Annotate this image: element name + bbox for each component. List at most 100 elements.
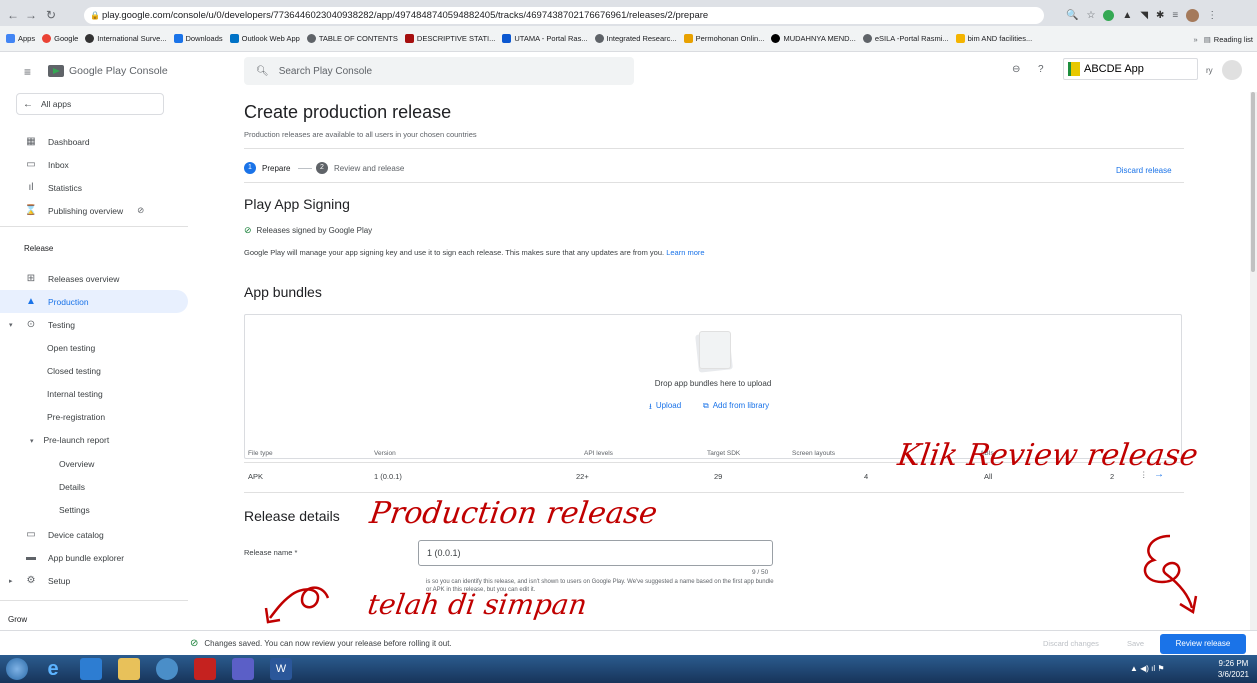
step-review: 2 Review and release <box>316 162 404 174</box>
check-circle-icon: ⊘ <box>190 638 199 649</box>
sidebar-item-overview[interactable]: Overview <box>59 459 94 469</box>
forward-icon[interactable]: → <box>24 8 38 22</box>
sidebar-item-setup[interactable]: ▸ ⚙ Setup <box>0 569 188 592</box>
bookmark[interactable]: UTAMA - Portal Ras... <box>502 34 588 43</box>
puzzle-icon[interactable]: ✱ <box>1156 10 1164 21</box>
bookmark[interactable]: MUDAHNYA MEND... <box>771 34 856 43</box>
annotation-production: Production release <box>367 496 660 531</box>
start-icon[interactable] <box>6 658 28 680</box>
sidebar-item-publishing[interactable]: ⌛ Publishing overview ⊘ <box>0 199 188 222</box>
bookmark[interactable]: DESCRIPTIVE STATI... <box>404 34 495 43</box>
star-icon[interactable]: ☆ <box>1086 10 1095 21</box>
reading-list[interactable]: » ▤ Reading list <box>1187 26 1253 51</box>
production-icon: ▲ <box>26 296 36 307</box>
annotation-arrow-icon <box>1143 534 1198 615</box>
all-apps-button[interactable]: ← All apps <box>16 93 164 115</box>
save-button[interactable]: Save <box>1127 639 1144 648</box>
scrollbar[interactable] <box>1250 92 1257 630</box>
media-icon[interactable]: ≡ <box>1172 10 1178 21</box>
bookmark[interactable]: Integrated Researc... <box>594 34 677 43</box>
sidebar-item-details[interactable]: Details <box>59 482 85 492</box>
scrollbar-thumb[interactable] <box>1251 92 1255 272</box>
download-icon <box>173 34 183 43</box>
discard-release-link[interactable]: Discard release <box>1116 166 1172 175</box>
column-header: File type <box>248 450 273 457</box>
bookmarks-bar: Apps Google International Surve... Downl… <box>0 26 1257 52</box>
help-icon[interactable]: ? <box>1038 64 1044 75</box>
back-icon[interactable]: ← <box>6 8 20 22</box>
url-text: play.google.com/console/u/0/developers/7… <box>102 10 709 21</box>
apps-icon <box>6 34 15 43</box>
address-bar[interactable]: 🔒 play.google.com/console/u/0/developers… <box>84 7 1044 24</box>
search-input[interactable]: 🔍︎ Search Play Console <box>244 57 634 85</box>
bookmark[interactable]: Downloads <box>173 34 223 43</box>
ie-icon[interactable]: e <box>42 658 64 680</box>
media-player-icon[interactable] <box>80 658 102 680</box>
signed-status: ⊘ Releases signed by Google Play <box>244 225 373 235</box>
discard-changes-button[interactable]: Discard changes <box>1043 639 1099 648</box>
drop-text: Drop app bundles here to upload <box>654 379 772 388</box>
extension-icon[interactable]: ▲ <box>1122 10 1132 21</box>
sidebar-item-production[interactable]: ▲ Production <box>0 290 188 313</box>
bookmark-icon <box>85 34 95 43</box>
profile-avatar[interactable] <box>1186 8 1200 22</box>
app-selector[interactable]: ABCDE App <box>1063 58 1198 80</box>
sidebar-item-open-testing[interactable]: Open testing <box>47 343 95 353</box>
console-logo[interactable]: Google Play Console <box>48 63 168 79</box>
sidebar-item-bundle-explorer[interactable]: ▬ App bundle explorer <box>0 546 188 569</box>
chrome-icon[interactable] <box>156 658 178 680</box>
sidebar-item-device-catalog[interactable]: ▭ Device catalog <box>0 523 188 546</box>
sidebar-item-closed-testing[interactable]: Closed testing <box>47 366 101 376</box>
search-icon: 🔍︎ <box>256 65 269 77</box>
dashboard-icon: ▦ <box>26 136 36 147</box>
clock[interactable]: 9:26 PM 3/6/2021 <box>1218 658 1249 680</box>
link-icon[interactable]: ⊖ <box>1012 64 1020 75</box>
sidebar-item-settings[interactable]: Settings <box>59 505 90 515</box>
divider <box>0 600 188 601</box>
bookmark[interactable]: Apps <box>6 34 35 43</box>
bookmark[interactable]: International Surve... <box>85 34 167 43</box>
sidebar-item-inbox[interactable]: ▭ Inbox <box>0 153 188 176</box>
release-name-input[interactable]: 1 (0.0.1) <box>418 540 773 566</box>
sidebar-item-pre-registration[interactable]: Pre-registration <box>47 412 105 422</box>
extension-icon[interactable]: ◥ <box>1140 10 1148 21</box>
release-details-title: Release details <box>244 508 340 524</box>
learn-more-link[interactable]: Learn more <box>666 248 704 257</box>
sidebar-item-pre-launch-report[interactable]: ▾ Pre-launch report <box>30 435 109 445</box>
globe-icon <box>306 34 316 43</box>
bookmark-icon <box>771 34 781 43</box>
divider <box>244 148 1184 149</box>
hamburger-icon[interactable]: ≡ <box>24 65 31 79</box>
statistics-icon: ıl <box>28 182 34 193</box>
console-header: ≡ Google Play Console 🔍︎ Search Play Con… <box>0 52 1257 92</box>
bookmark[interactable]: Permohonan Onlin... <box>683 34 764 43</box>
bookmark[interactable]: TABLE OF CONTENTS <box>306 34 398 43</box>
teams-icon[interactable] <box>232 658 254 680</box>
upload-icon: ⭳ <box>649 402 652 411</box>
sidebar-item-internal-testing[interactable]: Internal testing <box>47 389 103 399</box>
lock-icon: 🔒 <box>90 11 100 20</box>
word-icon[interactable]: W <box>270 658 292 680</box>
bookmark[interactable]: Google <box>42 34 78 43</box>
char-count: 9 / 50 <box>752 569 769 576</box>
menu-icon[interactable]: ⋮ <box>1207 10 1217 21</box>
bookmark[interactable]: bim AND facilities... <box>955 34 1032 43</box>
explorer-icon[interactable] <box>118 658 140 680</box>
bookmark[interactable]: Outlook Web App <box>229 34 300 43</box>
avatar[interactable] <box>1222 60 1242 80</box>
extension-icon[interactable] <box>1103 9 1115 21</box>
upload-button[interactable]: ⭳ Upload <box>649 401 681 415</box>
sidebar-item-dashboard[interactable]: ▦ Dashboard <box>0 130 188 153</box>
tray-icons[interactable]: ▲ ◀) ıl ⚑ <box>1130 664 1165 673</box>
sidebar-item-releases-overview[interactable]: ⊞ Releases overview <box>0 267 188 290</box>
review-release-button[interactable]: Review release <box>1160 634 1246 654</box>
acrobat-icon[interactable] <box>194 658 216 680</box>
save-status: ⊘ Changes saved. You can now review your… <box>190 638 452 649</box>
sidebar-item-testing[interactable]: ▾ ⊙ Testing <box>0 313 188 336</box>
file-icon <box>699 331 731 369</box>
add-from-library-button[interactable]: ⧉ Add from library <box>703 401 769 411</box>
sidebar-item-statistics[interactable]: ıl Statistics <box>0 176 188 199</box>
zoom-icon[interactable]: 🔍 <box>1066 10 1078 21</box>
reload-icon[interactable]: ↻ <box>44 8 58 22</box>
bookmark[interactable]: eSILA -Portal Rasmi... <box>862 34 949 43</box>
